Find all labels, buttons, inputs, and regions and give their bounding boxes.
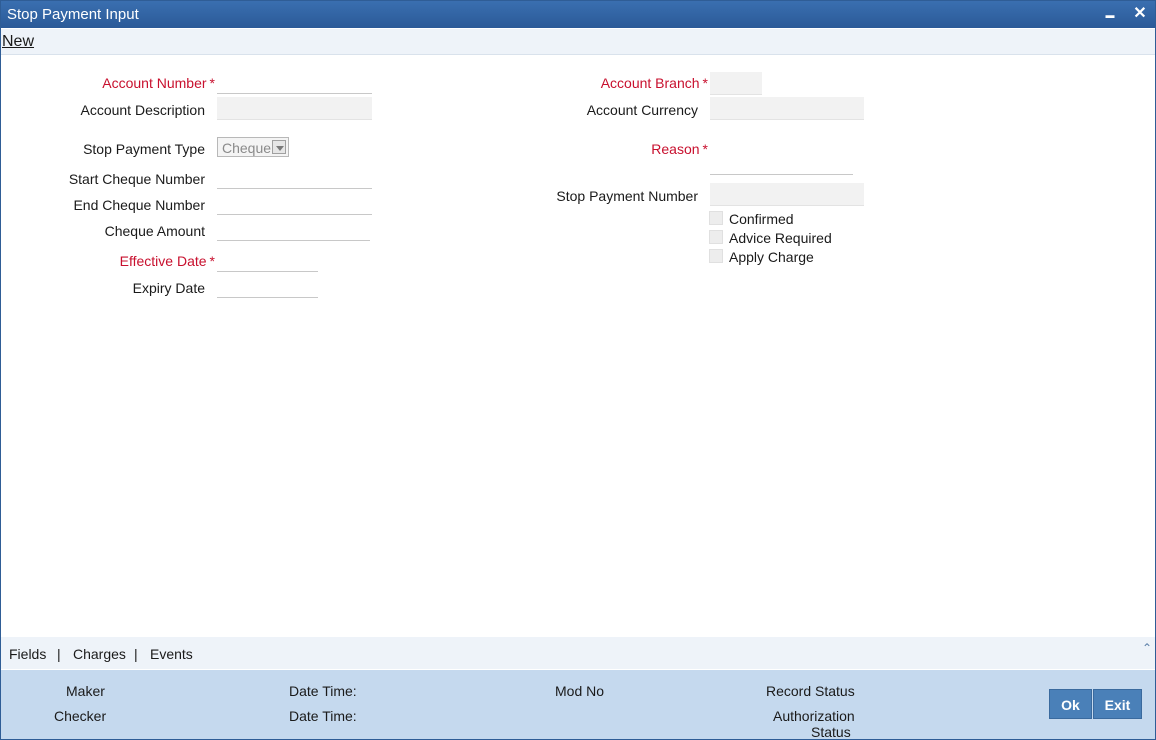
reason-label: Reason * — [521, 141, 708, 157]
account-currency-input — [710, 97, 864, 119]
new-link[interactable]: New — [2, 33, 34, 51]
advice-required-label: Advice Required — [729, 230, 832, 246]
start-cheque-number-field[interactable] — [217, 167, 372, 189]
account-number-label: Account Number * — [61, 75, 215, 91]
apply-charge-label: Apply Charge — [729, 249, 814, 265]
confirmed-label: Confirmed — [729, 211, 794, 227]
expiry-date-label: Expiry Date — [132, 280, 205, 296]
account-description-input — [217, 97, 372, 119]
audit-footer: Maker Checker Date Time: Date Time: Mod … — [1, 670, 1155, 740]
maker-date-time-label: Date Time: — [289, 683, 357, 699]
advice-required-checkbox[interactable] — [709, 230, 723, 244]
account-branch-field[interactable] — [710, 72, 762, 95]
account-number-field[interactable] — [217, 72, 372, 94]
account-number-label-text: Account Number — [102, 75, 207, 91]
checker-date-time-label: Date Time: — [289, 708, 357, 724]
tab-charges[interactable]: Charges — [73, 646, 126, 662]
cheque-amount-field[interactable] — [217, 219, 370, 241]
stop-payment-type-value: Cheque — [222, 140, 272, 156]
account-number-input[interactable] — [217, 72, 372, 93]
account-description-field — [217, 97, 372, 120]
tab-fields[interactable]: Fields — [9, 646, 46, 662]
stop-payment-type-label: Stop Payment Type — [83, 141, 205, 157]
checker-label: Checker — [54, 708, 107, 724]
stop-payment-number-input — [710, 183, 864, 205]
mod-no-label: Mod No — [555, 683, 605, 699]
required-marker: * — [702, 75, 708, 91]
stop-payment-number-label: Stop Payment Number — [556, 188, 698, 204]
tab-separator: | — [134, 646, 138, 662]
window-title: Stop Payment Input — [7, 6, 139, 23]
reason-field[interactable] — [710, 153, 853, 175]
start-cheque-number-input[interactable] — [217, 167, 372, 188]
reason-input[interactable] — [710, 153, 853, 174]
account-currency-label: Account Currency — [586, 102, 698, 118]
account-currency-field — [710, 97, 864, 120]
menu-bar: New — [1, 29, 1155, 55]
end-cheque-number-input[interactable] — [217, 193, 372, 214]
start-cheque-number-label: Start Cheque Number — [68, 171, 205, 187]
title-bar: Stop Payment Input ▬ ✕ — [1, 1, 1155, 28]
tab-separator: | — [57, 646, 61, 662]
account-branch-label: Account Branch * — [521, 75, 708, 91]
stop-payment-window: Stop Payment Input ▬ ✕ New Account Numbe… — [0, 0, 1156, 740]
account-description-label: Account Description — [80, 102, 205, 118]
authorization-status-label: Status — [811, 724, 851, 740]
account-branch-label-text: Account Branch — [600, 75, 700, 91]
effective-date-field[interactable] — [217, 250, 318, 272]
cheque-amount-label: Cheque Amount — [104, 223, 205, 239]
tabs-bar: Fields | Charges | Events ⌃ — [1, 637, 1155, 669]
ok-button[interactable]: Ok — [1049, 689, 1092, 719]
stop-payment-type-select[interactable]: Cheque — [217, 137, 289, 157]
record-status-label: Record Status — [766, 683, 855, 699]
confirmed-checkbox[interactable] — [709, 211, 723, 225]
effective-date-label-text: Effective Date — [119, 253, 207, 269]
end-cheque-number-field[interactable] — [217, 193, 372, 215]
account-branch-input[interactable] — [710, 72, 762, 94]
cheque-amount-input[interactable] — [217, 219, 370, 240]
expiry-date-field[interactable] — [217, 276, 318, 298]
required-marker: * — [209, 75, 215, 91]
stop-payment-number-field — [710, 183, 864, 206]
close-icon[interactable]: ✕ — [1130, 4, 1150, 24]
expiry-date-input[interactable] — [217, 276, 318, 297]
required-marker: * — [702, 141, 708, 157]
chevron-down-icon[interactable] — [272, 140, 286, 154]
exit-button[interactable]: Exit — [1093, 689, 1142, 719]
authorization-label: Authorization — [773, 708, 855, 724]
effective-date-label: Effective Date * — [61, 253, 215, 269]
required-marker: * — [209, 253, 215, 269]
tab-events[interactable]: Events — [150, 646, 193, 662]
apply-charge-checkbox[interactable] — [709, 249, 723, 263]
end-cheque-number-label: End Cheque Number — [73, 197, 205, 213]
minimize-icon[interactable]: ▬ — [1100, 4, 1120, 24]
chevron-up-icon[interactable]: ⌃ — [1142, 641, 1152, 655]
maker-label: Maker — [66, 683, 105, 699]
effective-date-input[interactable] — [217, 250, 318, 271]
reason-label-text: Reason — [651, 141, 700, 157]
